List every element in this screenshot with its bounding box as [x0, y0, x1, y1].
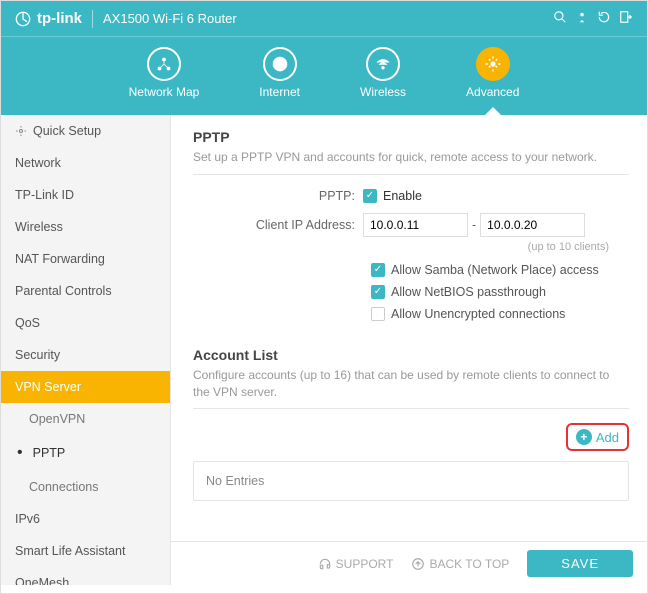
sidebar-tplink-id[interactable]: TP-Link ID [1, 179, 170, 211]
nav-wireless[interactable]: Wireless [360, 47, 406, 99]
back-to-top-link[interactable]: BACK TO TOP [411, 557, 509, 571]
sidebar-smart-life[interactable]: Smart Life Assistant [1, 535, 170, 567]
logo-icon [15, 11, 31, 27]
accounts-desc: Configure accounts (up to 16) that can b… [193, 367, 629, 410]
dash: - [472, 218, 476, 232]
reboot-icon[interactable] [597, 10, 611, 27]
sidebar-network[interactable]: Network [1, 147, 170, 179]
sidebar-qos[interactable]: QoS [1, 307, 170, 339]
internet-icon [263, 47, 297, 81]
save-button[interactable]: SAVE [527, 550, 633, 577]
product-name: AX1500 Wi-Fi 6 Router [103, 11, 237, 26]
sidebar-parental[interactable]: Parental Controls [1, 275, 170, 307]
footer-bar: SUPPORT BACK TO TOP SAVE [171, 541, 647, 585]
sidebar-connections[interactable]: Connections [1, 471, 170, 503]
pptp-desc: Set up a PPTP VPN and accounts for quick… [193, 149, 629, 175]
gear-icon [15, 125, 27, 137]
arrow-up-icon [411, 557, 425, 571]
wireless-icon [366, 47, 400, 81]
sidebar-wireless[interactable]: Wireless [1, 211, 170, 243]
nav-label: Network Map [129, 85, 200, 99]
led-icon[interactable] [575, 10, 589, 27]
unencrypted-label: Allow Unencrypted connections [391, 307, 565, 321]
pptp-title: PPTP [193, 129, 629, 145]
sidebar-ipv6[interactable]: IPv6 [1, 503, 170, 535]
support-link[interactable]: SUPPORT [318, 557, 394, 571]
logout-icon[interactable] [619, 10, 633, 27]
nav-label: Wireless [360, 85, 406, 99]
divider [92, 10, 93, 28]
brand-logo: tp-link [15, 10, 82, 27]
nav-internet[interactable]: Internet [259, 47, 300, 99]
nav-advanced[interactable]: Advanced [466, 47, 519, 99]
sidebar-nat[interactable]: NAT Forwarding [1, 243, 170, 275]
sidebar-openvpn[interactable]: OpenVPN [1, 403, 170, 435]
sidebar-quick-setup[interactable]: Quick Setup [1, 115, 170, 147]
samba-label: Allow Samba (Network Place) access [391, 263, 599, 277]
sidebar-onemesh[interactable]: OneMesh [1, 567, 170, 585]
netbios-label: Allow NetBIOS passthrough [391, 285, 546, 299]
netbios-checkbox[interactable] [371, 285, 385, 299]
advanced-icon [476, 47, 510, 81]
nav-label: Advanced [466, 85, 519, 99]
add-account-button[interactable]: + Add [566, 423, 629, 451]
sidebar-vpn-server[interactable]: VPN Server [1, 371, 170, 403]
ip-hint: (up to 10 clients) [371, 241, 629, 253]
headset-icon [318, 557, 332, 571]
unencrypted-checkbox[interactable] [371, 307, 385, 321]
nav-label: Internet [259, 85, 300, 99]
accounts-empty: No Entries [193, 461, 629, 501]
add-label: Add [596, 430, 619, 445]
sidebar: Quick Setup Network TP-Link ID Wireless … [1, 115, 171, 585]
pptp-enable-checkbox[interactable] [363, 189, 377, 203]
client-ip-label: Client IP Address: [193, 218, 363, 232]
sidebar-pptp[interactable]: PPTP [1, 435, 170, 471]
brand-text: tp-link [37, 10, 82, 27]
samba-checkbox[interactable] [371, 263, 385, 277]
ip-end-input[interactable] [480, 213, 585, 237]
plus-icon: + [576, 429, 592, 445]
ip-start-input[interactable] [363, 213, 468, 237]
content-panel: PPTP Set up a PPTP VPN and accounts for … [171, 115, 647, 585]
nav-network-map[interactable]: Network Map [129, 47, 200, 99]
network-map-icon [147, 47, 181, 81]
pptp-enable-text: Enable [383, 189, 422, 203]
accounts-title: Account List [193, 347, 629, 363]
sidebar-security[interactable]: Security [1, 339, 170, 371]
search-icon[interactable] [553, 10, 567, 27]
pptp-label: PPTP: [193, 189, 363, 203]
